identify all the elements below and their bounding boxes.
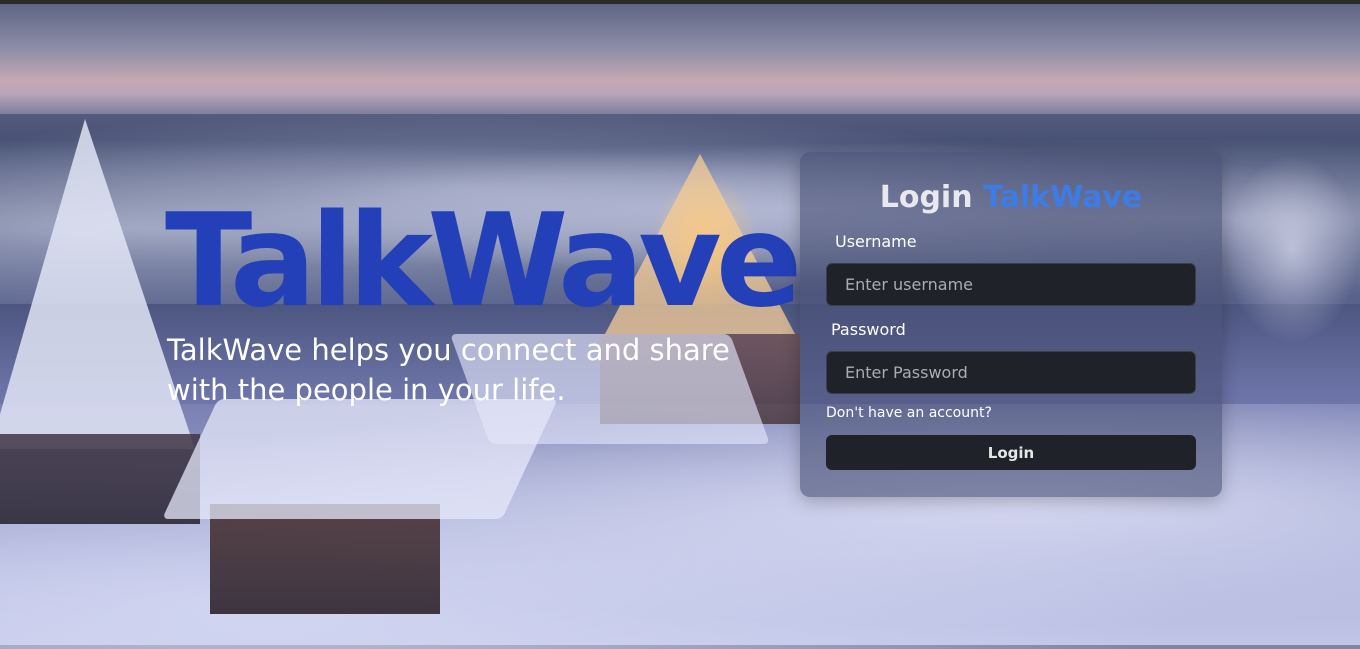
signup-link[interactable]: Don't have an account? [826, 405, 992, 421]
login-title-brand: TalkWave [983, 180, 1143, 215]
password-label: Password [831, 320, 906, 339]
login-title-prefix: Login [879, 180, 973, 215]
background-roof-front [162, 399, 558, 519]
background-cabin-front [210, 504, 440, 614]
login-card: Login TalkWave Username Password Don't h… [800, 152, 1222, 497]
login-title: Login TalkWave [800, 180, 1222, 215]
login-button[interactable]: Login [826, 435, 1196, 470]
username-label: Username [835, 232, 917, 251]
username-input[interactable] [826, 263, 1196, 306]
background-tree [1225, 154, 1360, 344]
hero-subtitle: TalkWave helps you connect and share wit… [167, 333, 730, 407]
hero-title: TalkWave [165, 187, 802, 336]
password-input[interactable] [826, 351, 1196, 394]
